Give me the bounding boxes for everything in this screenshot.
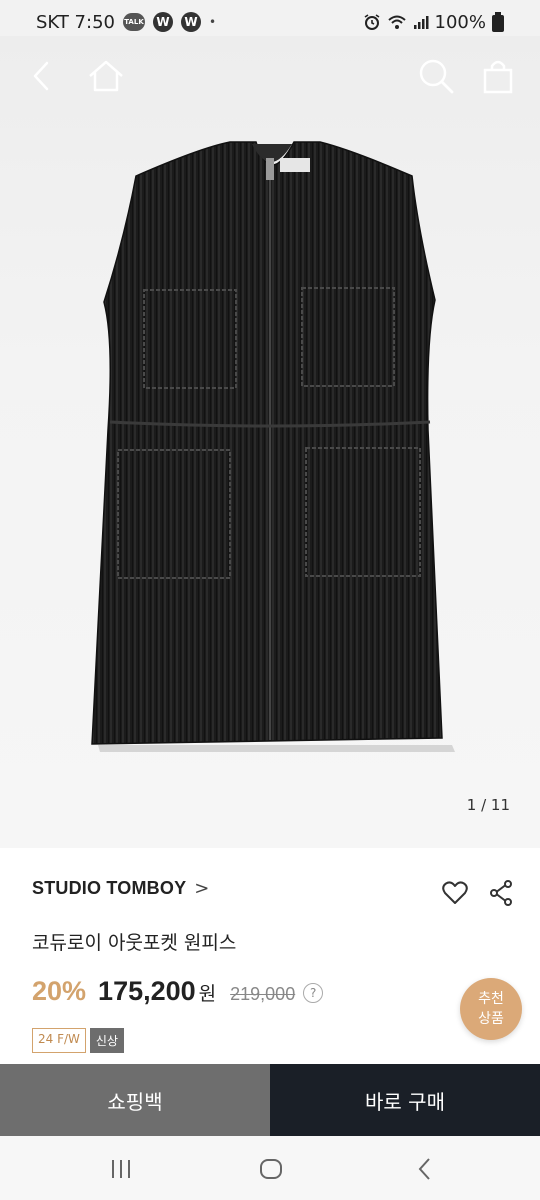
- recommended-products-button[interactable]: 추천 상품: [460, 978, 522, 1040]
- recents-button[interactable]: [106, 1156, 136, 1182]
- currency-unit: 원: [198, 983, 217, 1005]
- buy-now-button[interactable]: 바로 구매: [270, 1064, 540, 1136]
- product-name: 코듀로이 아웃포켓 원피스: [32, 932, 237, 954]
- kakaotalk-icon: TALK: [122, 13, 145, 31]
- chevron-right-icon: >: [194, 878, 210, 899]
- carrier-time: SKT 7:50: [36, 11, 115, 33]
- battery-icon: [492, 12, 504, 32]
- back-chevron-icon: [418, 1158, 430, 1180]
- price-help-icon[interactable]: ?: [303, 983, 324, 1003]
- system-home-button[interactable]: [256, 1156, 286, 1182]
- product-photo-corduroy-dress: [91, 141, 455, 752]
- status-left: SKT 7:50 TALK W W •: [36, 12, 216, 33]
- home-button[interactable]: [86, 56, 126, 96]
- product-tags: 24 F/W 신상: [32, 1028, 124, 1053]
- w-app-icon-2: W: [180, 12, 201, 32]
- heart-icon: [442, 881, 468, 904]
- brand-name: STUDIO TOMBOY: [32, 878, 187, 898]
- discount-rate: 20%: [32, 976, 87, 1006]
- alarm-icon: [364, 14, 379, 30]
- recommend-label-line2: 상품: [478, 1011, 504, 1027]
- home-icon: [89, 60, 123, 92]
- top-nav: [0, 44, 540, 106]
- recommend-label-line1: 추천: [478, 991, 504, 1007]
- brand-link[interactable]: STUDIO TOMBOY >: [32, 878, 209, 899]
- back-button[interactable]: [22, 56, 62, 96]
- recents-icon: [112, 1160, 130, 1178]
- system-back-button[interactable]: [410, 1156, 440, 1182]
- search-icon: [419, 59, 454, 94]
- image-page-indicator: 1 / 11: [466, 796, 510, 814]
- wifi-icon: [387, 15, 406, 29]
- share-icon: [490, 880, 512, 906]
- shopping-bag-button[interactable]: [478, 56, 518, 96]
- new-arrival-tag: 신상: [89, 1028, 124, 1053]
- season-tag: 24 F/W: [32, 1028, 86, 1053]
- share-button[interactable]: [486, 878, 516, 908]
- price-row: 20% 175,200 원 219,000 ?: [32, 976, 324, 1007]
- original-price: 219,000: [230, 984, 296, 1004]
- shopping-bag-icon: [483, 60, 513, 94]
- battery-percent: 100%: [434, 11, 486, 33]
- signal-icon: [413, 16, 429, 29]
- back-icon: [33, 61, 49, 91]
- add-to-shopping-bag-button[interactable]: 쇼핑백: [0, 1064, 270, 1136]
- w-app-icon: W: [152, 12, 173, 32]
- status-right: 100%: [363, 12, 504, 33]
- product-info: STUDIO TOMBOY > 코듀로이 아웃포켓 원피스 20% 175,20…: [0, 848, 540, 1064]
- more-notifications-dot: •: [208, 15, 217, 29]
- search-button[interactable]: [416, 56, 456, 96]
- purchase-action-bar: 쇼핑백 바로 구매: [0, 1064, 540, 1136]
- sale-price: 175,200: [98, 976, 196, 1006]
- home-circle-icon: [260, 1159, 282, 1179]
- system-navigation-bar: [0, 1136, 540, 1200]
- wishlist-button[interactable]: [440, 878, 470, 908]
